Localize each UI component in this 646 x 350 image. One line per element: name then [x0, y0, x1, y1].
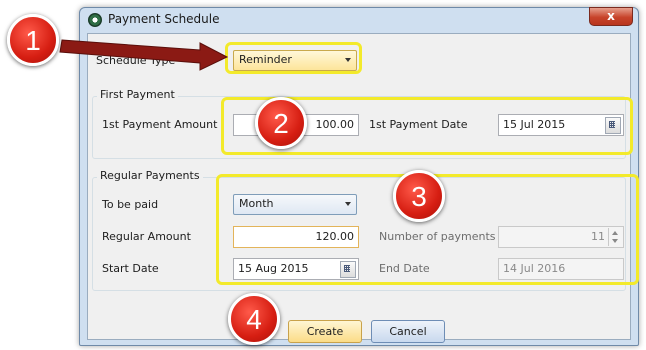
create-button[interactable]: Create — [288, 320, 362, 343]
title-bar: Payment Schedule x — [80, 7, 638, 33]
first-payment-legend: First Payment — [97, 88, 178, 101]
annotation-badge-2: 2 — [255, 97, 307, 149]
regular-payments-legend: Regular Payments — [97, 169, 203, 182]
regular-amount-label: Regular Amount — [102, 230, 191, 243]
window-title: Payment Schedule — [108, 12, 220, 26]
first-payment-amount-label: 1st Payment Amount — [102, 118, 218, 131]
annotation-badge-3: 3 — [393, 170, 445, 222]
app-icon — [88, 13, 102, 27]
highlight-box-schedule-type — [225, 42, 362, 74]
cancel-button[interactable]: Cancel — [371, 320, 445, 343]
annotation-badge-1: 1 — [7, 14, 59, 66]
close-button[interactable]: x — [589, 7, 633, 26]
start-date-label: Start Date — [102, 262, 159, 275]
annotation-badge-4: 4 — [228, 293, 280, 345]
schedule-type-label: Schedule Type — [96, 54, 176, 67]
to-be-paid-label: To be paid — [102, 198, 159, 211]
